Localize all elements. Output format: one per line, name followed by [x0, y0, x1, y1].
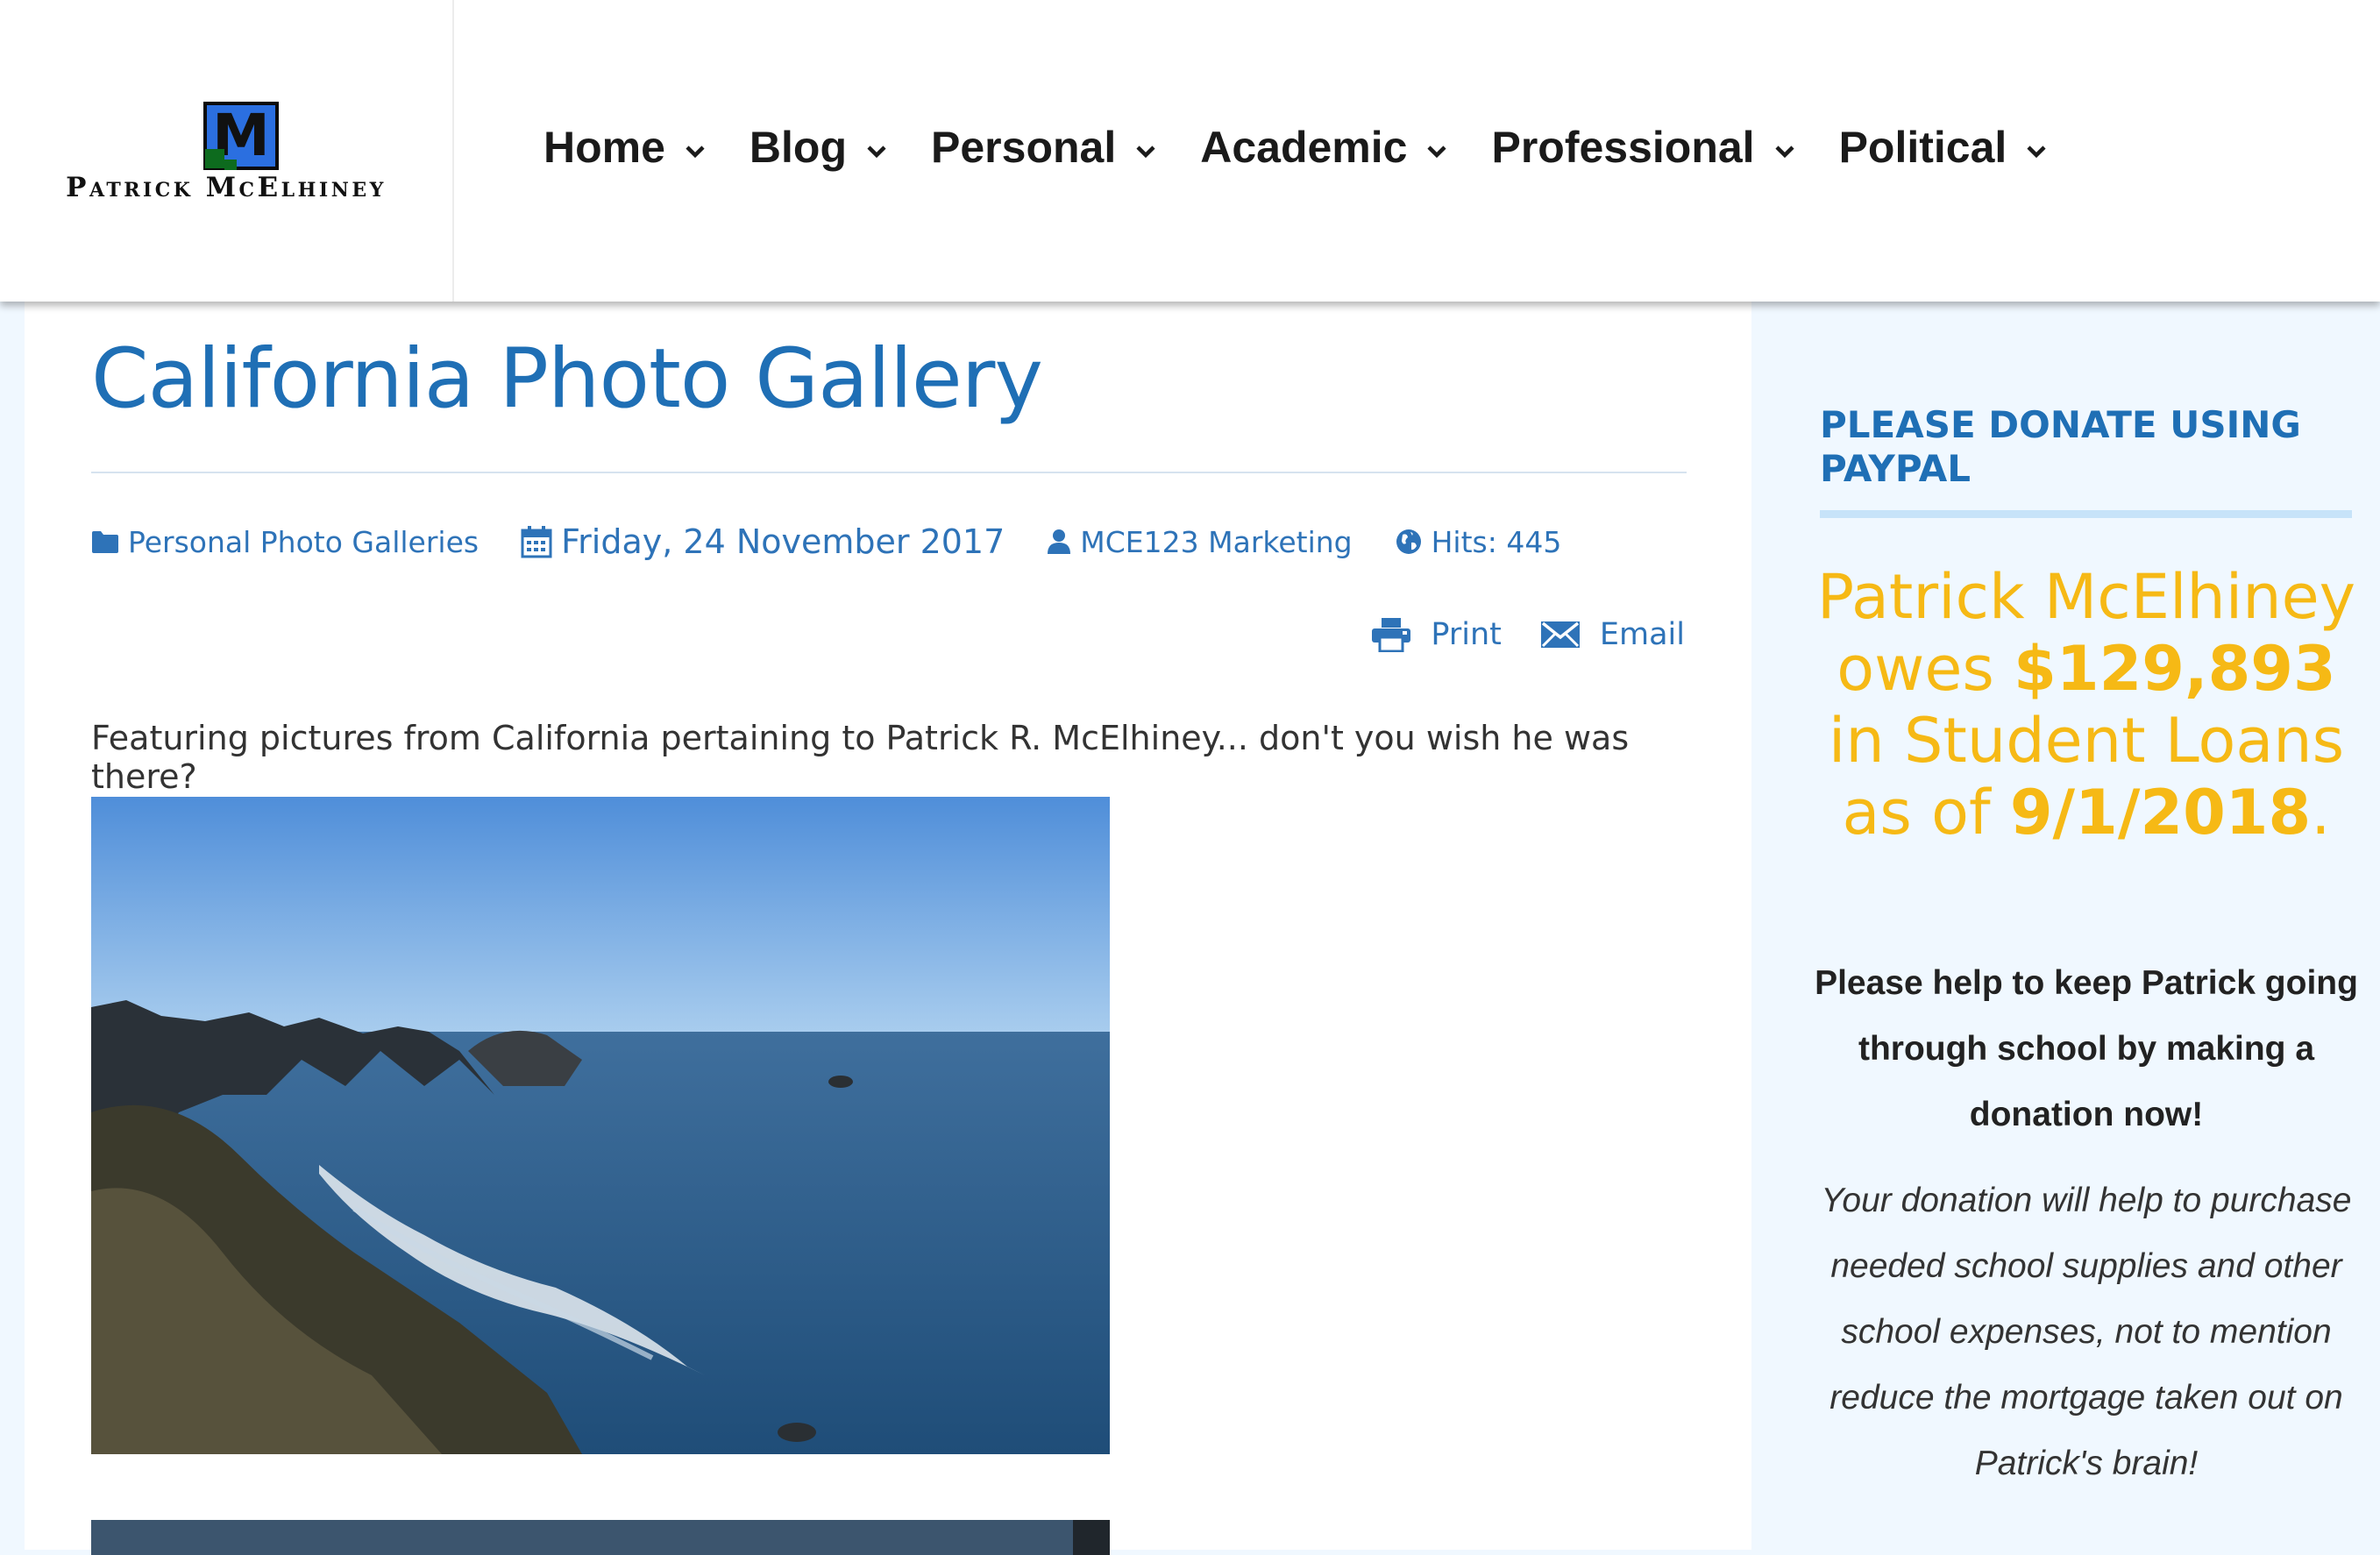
nav-item-personal[interactable]: Personal: [931, 122, 1156, 173]
chevron-down-icon: [1136, 146, 1155, 159]
site-logo[interactable]: M Patrick McElhiney: [0, 0, 454, 302]
chevron-down-icon: [1774, 146, 1794, 159]
coastline-photo: [91, 797, 1110, 1454]
calendar-icon: [521, 526, 552, 558]
gallery-photo[interactable]: [91, 797, 1110, 1454]
nav-item-home[interactable]: Home: [543, 122, 706, 173]
nav-item-academic[interactable]: Academic: [1200, 122, 1447, 173]
chevron-down-icon: [686, 146, 705, 159]
title-divider: [91, 472, 1687, 473]
nav-item-blog[interactable]: Blog: [750, 122, 887, 173]
donation-pitch: Your donation will help to purchase need…: [1821, 1182, 2352, 1482]
print-icon: [1372, 618, 1411, 652]
site-header: M Patrick McElhiney Home Blog Personal A…: [0, 0, 2380, 302]
chevron-down-icon: [2027, 146, 2046, 159]
donate-heading: PLEASE DONATE USING PAYPAL: [1820, 403, 2301, 490]
article-actions: Print Email: [1332, 617, 1685, 652]
nav-item-political[interactable]: Political: [1839, 122, 2048, 173]
logo-wordmark: Patrick McElhiney: [66, 172, 387, 203]
main-nav: Home Blog Personal Academic Professional…: [543, 112, 2091, 182]
folder-icon: [92, 531, 118, 553]
published-date: Friday, 24 November 2017: [521, 522, 1005, 561]
loan-amount-notice: Patrick McElhiney owes $129,893 in Stude…: [1816, 561, 2356, 849]
heading-underline: [1820, 510, 2352, 518]
article-intro: Featuring pictures from California perta…: [91, 719, 1630, 796]
gallery-photo-2[interactable]: [91, 1520, 1110, 1555]
chevron-down-icon: [867, 146, 886, 159]
help-message: Please help to keep Patrick going throug…: [1815, 964, 2358, 1133]
loan-date: 9/1/2018: [2009, 777, 2312, 849]
chevron-down-icon: [1427, 146, 1447, 159]
article-meta: Personal Photo Galleries Friday, 24 Nove…: [91, 522, 1603, 561]
logo-icon: M: [203, 102, 279, 170]
category-link[interactable]: Personal Photo Galleries: [91, 525, 479, 559]
second-photo: [91, 1520, 1110, 1555]
email-button[interactable]: Email: [1540, 617, 1685, 652]
author-link[interactable]: MCE123 Marketing: [1047, 525, 1353, 559]
article-content: California Photo Gallery Personal Photo …: [25, 302, 1751, 1555]
user-icon: [1048, 529, 1071, 554]
page-title: California Photo Gallery: [91, 331, 1043, 427]
loan-amount: $129,893: [2014, 633, 2336, 705]
nav-item-professional[interactable]: Professional: [1491, 122, 1794, 173]
globe-icon: [1396, 529, 1421, 554]
donate-sidebar: PLEASE DONATE USING PAYPAL Patrick McElh…: [1753, 302, 2380, 1550]
print-button[interactable]: Print: [1371, 617, 1502, 652]
hits-count: Hits: 445: [1395, 525, 1561, 559]
envelope-icon: [1540, 621, 1580, 648]
